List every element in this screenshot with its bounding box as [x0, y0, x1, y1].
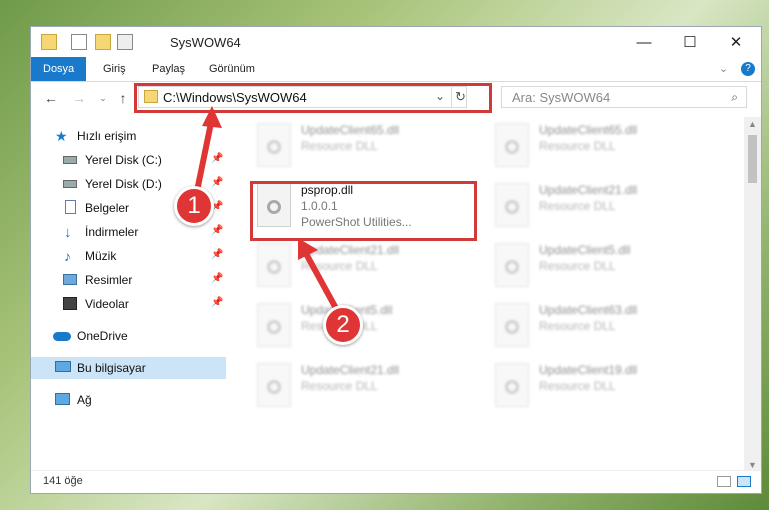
step-2-badge: 2	[323, 305, 363, 345]
arrow-2-line	[301, 248, 341, 314]
arrow-1-line	[193, 117, 215, 197]
annotation-arrows	[193, 106, 341, 314]
step-1-badge: 1	[174, 186, 214, 226]
arrow-1-head	[202, 106, 222, 128]
